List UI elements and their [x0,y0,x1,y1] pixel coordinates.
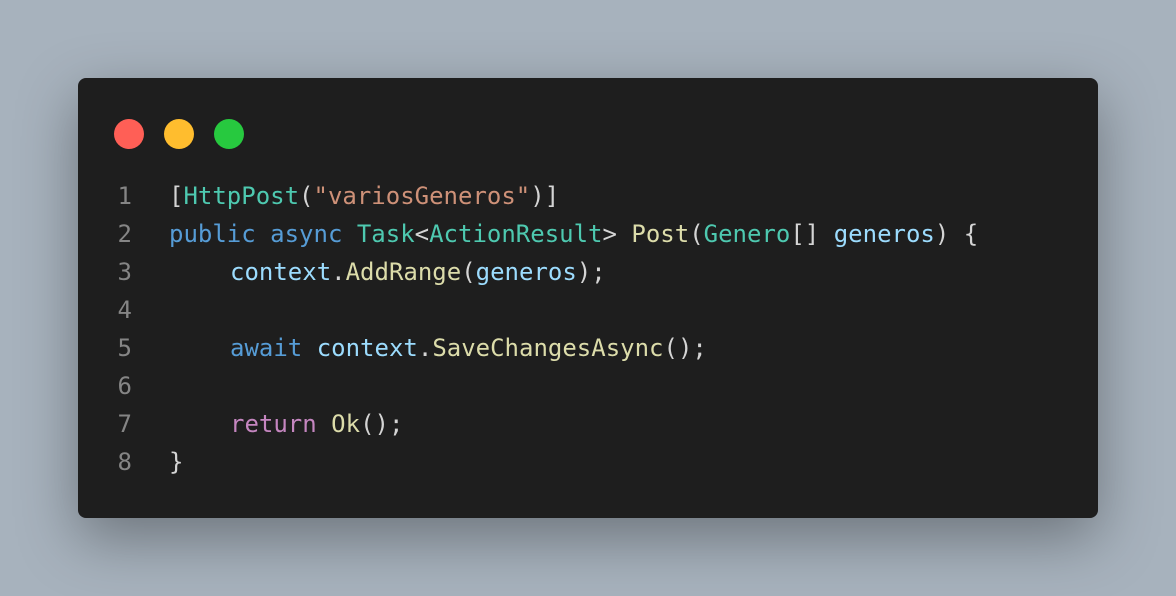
code-token-control: return [230,410,317,438]
code-token-type: ActionResult [429,220,603,248]
code-line: 3 context.AddRange(generos); [78,253,1098,291]
code-token-default: > [602,220,632,248]
code-token-default: (); [663,334,707,362]
code-line: 1 [HttpPost("variosGeneros")] [78,177,1098,215]
code-token-default: . [417,334,433,362]
code-token-default: ); [576,258,606,286]
code-token-default: . [331,258,346,286]
code-line: 5 await context.SaveChangesAsync(); [78,329,1098,367]
code-token-function: AddRange [345,258,462,286]
code-token-default: (); [360,410,404,438]
line-number: 3 [117,258,132,286]
close-dot-icon[interactable] [114,119,144,149]
code-line: 4 [78,291,1098,329]
code-token-default: [ [169,182,184,210]
code-token-function: Ok [331,410,361,438]
code-token-default [342,220,356,248]
code-token-variable: context [316,334,418,362]
code-token-variable: generos [475,258,577,286]
code-block[interactable]: 1 [HttpPost("variosGeneros")] 2 public asyn… [78,177,1098,481]
code-token-function: SaveChangesAsync [432,334,664,362]
minimize-dot-icon[interactable] [164,119,194,149]
line-number: 1 [117,182,132,210]
code-token-default [302,334,316,362]
code-token-default: [] [790,220,834,248]
code-token-keyword: public [169,220,256,248]
line-number: 4 [117,296,132,324]
line-number: 8 [117,448,132,476]
line-source: await context.SaveChangesAsync(); [169,329,707,367]
code-token-variable: context [230,258,332,286]
code-token-keyword: await [230,334,303,362]
code-token-default [256,220,270,248]
code-token-default: ( [299,182,314,210]
code-token-type: Task [356,220,415,248]
code-token-default: )] [530,182,560,210]
line-number: 6 [117,372,132,400]
line-source: [HttpPost("variosGeneros")] [169,177,559,215]
code-token-type: Genero [703,220,791,248]
code-token-default: < [414,220,430,248]
code-line: 6 [78,367,1098,405]
code-token-string: "variosGeneros" [313,182,531,210]
line-source: } [169,443,183,481]
code-token-variable: generos [833,220,935,248]
code-line: 8} [78,443,1098,481]
code-token-default: ( [461,258,476,286]
line-source: return Ok(); [169,405,403,443]
maximize-dot-icon[interactable] [214,119,244,149]
code-token-type: HttpPost [183,182,300,210]
code-token-default [317,410,331,438]
code-token-function: Post [631,220,690,248]
code-token-default: ) { [934,220,979,248]
line-number: 2 [117,220,132,248]
line-number: 5 [117,334,132,362]
code-token-default: ( [689,220,704,248]
code-window: 1 [HttpPost("variosGeneros")] 2 public asyn… [78,78,1098,518]
code-token-default: } [169,448,184,476]
code-line: 7 return Ok(); [78,405,1098,443]
line-source: context.AddRange(generos); [169,253,606,291]
code-line: 2 public async Task<ActionResult> Post(Ge… [78,215,1098,253]
line-number: 7 [117,410,132,438]
code-token-keyword: async [270,220,343,248]
line-source: public async Task<ActionResult> Post(Gen… [169,215,978,253]
